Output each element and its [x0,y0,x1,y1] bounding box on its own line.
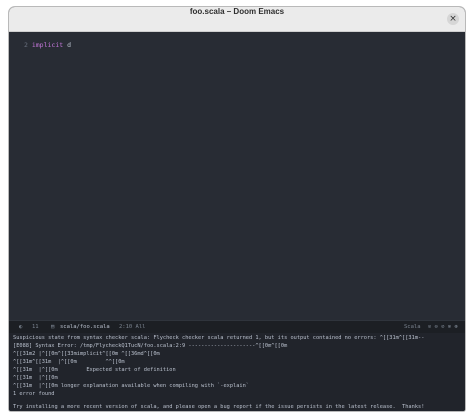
title-bar[interactable]: foo.scala – Doom Emacs × [9,7,465,32]
mode-line: ◐ 11 ▤ scala/foo.scala 2:10 All Scala ⊙ … [9,320,465,333]
code-line[interactable]: 2 implicit d [24,41,71,49]
echo-line: Suspicious state from syntax checker sca… [13,335,425,341]
window-title: foo.scala – Doom Emacs [189,7,285,16]
echo-line: ^[[31m2 |^[[0m^[[33mimplicit^[[0m ^[[36m… [13,351,160,357]
echo-line: ^[[31m |^[[0m [13,375,58,381]
major-mode-label[interactable]: Scala [404,321,421,333]
file-icon: ▤ [51,324,55,330]
echo-line: [E088] Syntax Error: /tmp/FlycheckQ1TucN… [13,343,288,349]
status-icons: ⊙ ⊖ ⊘ ⊗ ⊛ [428,324,458,330]
cursor-position: 2:10 All [119,324,146,330]
echo-line: ^[[31m |^[[0m longer explanation availab… [13,383,249,389]
line-number: 2 [24,41,28,49]
modeline-number: 11 [32,324,39,330]
echo-line: ^[[31m |^[[0m Expected start of definiti… [13,367,176,373]
editor-buffer[interactable]: 2 implicit d [9,32,465,320]
echo-line: ^[[31m^[[31m |^[[0m ^^[[0m [13,359,125,365]
echo-line: 1 error found [13,391,55,397]
status-indicator-icon: ◐ [19,324,23,330]
emacs-window: foo.scala – Doom Emacs × 2 implicit d ◐ … [9,7,465,411]
close-button[interactable]: × [447,13,459,25]
modeline-file-name[interactable]: scala/foo.scala [60,321,110,333]
code-text: d [63,41,71,49]
echo-area: Suspicious state from syntax checker sca… [9,333,465,411]
keyword-token: implicit [31,41,64,49]
echo-line: Try installing a more recent version of … [13,404,425,410]
